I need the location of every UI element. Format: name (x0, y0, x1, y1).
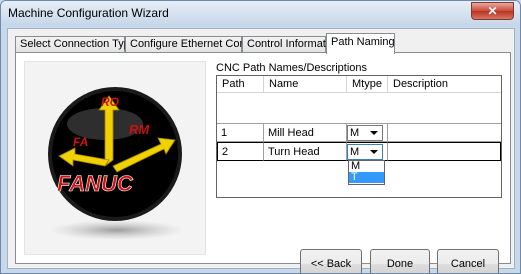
cell-description[interactable] (388, 123, 501, 142)
mtype-combo[interactable]: M (347, 144, 383, 160)
tab-label: Select Connection Type (20, 38, 136, 50)
table-row[interactable]: 1 Mill Head M (217, 123, 501, 142)
cell-name[interactable]: Turn Head (264, 142, 347, 161)
done-button[interactable]: Done (370, 249, 430, 273)
chevron-down-icon[interactable] (370, 131, 378, 135)
cell-path[interactable]: 1 (217, 123, 264, 142)
mtype-combo[interactable]: M (347, 125, 383, 141)
tab-path-naming[interactable]: Path Naming (326, 33, 395, 54)
table-row[interactable]: 2 Turn Head M (217, 142, 501, 161)
mtype-dropdown-list[interactable]: M T (348, 160, 385, 185)
tab-control-information[interactable]: Control Information (242, 36, 341, 53)
label-fa: FA (73, 135, 88, 149)
column-header-mtype[interactable]: Mtype (347, 76, 388, 93)
fanuc-logo-box: RO FA RM FANUC (24, 61, 206, 255)
title-bar[interactable]: Machine Configuration Wizard ✕ (1, 1, 520, 26)
cell-path[interactable]: 2 (217, 142, 264, 161)
grid-header: Path Name Mtype Description (217, 76, 501, 93)
wizard-window: Machine Configuration Wizard ✕ Select Co… (0, 0, 521, 274)
mtype-value: M (350, 127, 360, 139)
close-button[interactable]: ✕ (471, 2, 514, 20)
back-button[interactable]: << Back (300, 249, 362, 273)
label-ro: RO (101, 95, 120, 109)
grid-caption: CNC Path Names/Descriptions (216, 62, 367, 74)
logo-shadow (49, 220, 185, 240)
client-area: Select Connection Type Configure Etherne… (7, 28, 515, 273)
window-title: Machine Configuration Wizard (8, 6, 169, 20)
cancel-button[interactable]: Cancel (437, 249, 499, 273)
dropdown-option-t[interactable]: T (349, 172, 384, 183)
cell-description[interactable] (388, 142, 501, 161)
tab-select-connection-type[interactable]: Select Connection Type (15, 36, 136, 53)
tab-configure-ethernet-control[interactable]: Configure Ethernet Control (125, 36, 261, 53)
tab-label: Path Naming (331, 36, 395, 48)
close-icon: ✕ (487, 4, 498, 18)
path-names-grid: Path Name Mtype Description 1 Mill Head … (216, 75, 502, 198)
fanuc-logo: RO FA RM FANUC (48, 87, 185, 240)
cell-name[interactable]: Mill Head (264, 123, 347, 142)
chevron-down-icon[interactable] (370, 150, 378, 154)
path-naming-panel: RO FA RM FANUC CNC Path Names/Descriptio… (15, 52, 511, 273)
fanuc-wordmark: FANUC (57, 171, 134, 196)
mtype-value: M (350, 146, 360, 158)
label-rm: RM (129, 122, 150, 137)
column-header-name[interactable]: Name (264, 76, 347, 93)
column-header-description[interactable]: Description (388, 76, 501, 93)
column-header-path[interactable]: Path (217, 76, 264, 93)
